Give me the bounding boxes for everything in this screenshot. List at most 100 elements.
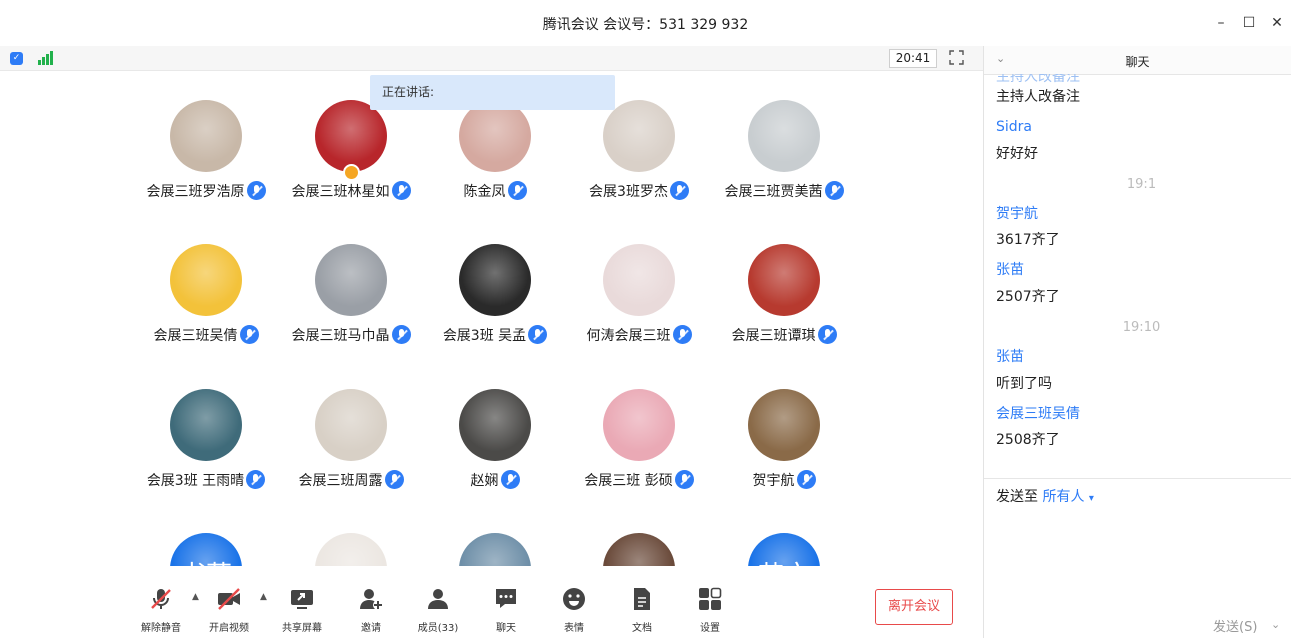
participant-name-row: 何涛会展三班 [567,325,711,345]
leave-meeting-button[interactable]: 离开会议 [875,589,953,625]
avatar[interactable] [748,244,820,316]
participant-name-row: 会展3班 王雨晴 [134,470,278,490]
chat-sender[interactable]: 贺宇航 [996,203,1038,223]
avatar[interactable] [603,533,675,566]
video-area: 会展三班罗浩原 会展三班林星如 陈金凤 会展3班罗杰 会展三班贾美茜 会展三班吴倩 会展三班… [0,46,984,638]
docs-label: 文档 [632,623,652,634]
participant-tile[interactable]: 会展三班贾美茜 [712,100,856,201]
participant-name: 会展三班周露 [298,473,383,489]
window-title: 腾讯会议 会议号：531 329 932 [542,17,749,33]
close-icon[interactable]: ✕ [1266,12,1288,34]
send-to-selector[interactable]: 发送至 所有人 ▾ [996,486,1094,506]
chat-label: 聊天 [496,623,516,634]
send-to-label: 发送至 [996,489,1038,505]
participant-tile[interactable] [567,533,711,566]
send-button[interactable]: 发送(S) [1213,616,1257,635]
avatar[interactable]: 苗文 [748,533,820,566]
chat-sender[interactable]: Sidra [996,119,1032,135]
avatar[interactable] [315,533,387,566]
participant-tile[interactable]: 陈金凤 [423,100,567,201]
participant-tile[interactable]: 会展三班 彭硕 [567,389,711,490]
avatar[interactable] [603,389,675,461]
chat-message-text: 主持人改备注 [996,89,1080,105]
emoji-label: 表情 [564,623,584,634]
avatar[interactable] [315,244,387,316]
chat-message-text: 好好好 [996,146,1038,162]
avatar[interactable] [170,100,242,172]
fullscreen-icon[interactable] [949,50,964,65]
chat-timestamp: 19:1 [1126,177,1157,192]
participant-name: 会展三班 彭硕 [584,473,673,489]
chat-bubble-icon [496,589,516,608]
avatar[interactable] [748,389,820,461]
audience-dropdown[interactable]: 所有人 [1042,489,1084,505]
audio-options-caret[interactable]: ▲ [192,592,199,602]
mic-muted-icon [528,325,548,344]
mic-muted-icon [239,325,259,344]
avatar[interactable] [170,244,242,316]
participant-tile[interactable]: 会展三班马巾晶 [279,244,423,345]
participant-name-row: 贺宇航 [712,470,856,490]
start-video-button[interactable]: 开启视频 [199,586,259,634]
dropdown-caret-icon[interactable]: ▾ [1089,493,1094,504]
maximize-icon[interactable]: ☐ [1238,12,1260,34]
participant-tile[interactable]: 会展三班罗浩原 [134,100,278,201]
participant-tile[interactable]: 贺宇航 [712,389,856,490]
participant-tile[interactable]: 书菲 [134,533,278,566]
signal-icon[interactable] [38,51,54,65]
unmute-button[interactable]: 解除静音 [131,586,191,634]
chat-message-text: 2508齐了 [996,432,1060,448]
participant-tile[interactable]: 会展3班罗杰 [567,100,711,201]
avatar[interactable] [459,244,531,316]
share-screen-button[interactable]: 共享屏幕 [272,586,332,634]
mic-muted-icon [391,181,411,200]
participant-tile[interactable]: 会展三班吴倩 [134,244,278,345]
chat-button[interactable]: 聊天 [476,586,536,634]
participant-tile[interactable]: 何涛会展三班 [567,244,711,345]
avatar[interactable] [603,244,675,316]
chat-messages[interactable]: 主持人改备注 主持人改备注 Sidra 好好好 19:1 贺宇航 3617齐了 … [984,74,1291,478]
participant-name: 会展3班罗杰 [589,184,668,200]
avatar[interactable] [315,389,387,461]
minimize-icon[interactable]: – [1210,12,1232,34]
participant-tile[interactable] [423,533,567,566]
participant-tile[interactable] [279,533,423,566]
participant-tile[interactable]: 会展3班 王雨晴 [134,389,278,490]
participant-tile[interactable]: 会展三班林星如 [279,100,423,201]
video-options-caret[interactable]: ▲ [260,592,267,602]
emoji-button[interactable]: 表情 [544,586,604,634]
shield-icon[interactable]: ✓ [10,52,23,65]
avatar[interactable] [170,389,242,461]
mic-muted-icon [507,181,527,200]
participant-tile[interactable]: 会展3班 吴孟 [423,244,567,345]
participant-tile[interactable]: 会展三班周露 [279,389,423,490]
avatar[interactable] [748,100,820,172]
avatar[interactable]: 书菲 [170,533,242,566]
avatar[interactable] [459,533,531,566]
mic-muted-icon [824,181,844,200]
participant-tile[interactable]: 会展三班谭琪 [712,244,856,345]
title-bar: 腾讯会议 会议号：531 329 932 – ☐ ✕ [0,0,1291,47]
avatar[interactable] [603,100,675,172]
meeting-toolbar: 解除静音 ▲ 开启视频 ▲ 共享屏幕 邀请 成员(33) 聊天 表情 文档 设置… [0,566,983,638]
chat-sender[interactable]: 张苗 [996,259,1024,279]
chat-panel: ⌄ 聊天 主持人改备注 主持人改备注 Sidra 好好好 19:1 贺宇航 36… [984,46,1291,638]
chat-sender[interactable]: 会展三班吴倩 [996,403,1080,423]
avatar[interactable] [459,389,531,461]
participant-name: 何涛会展三班 [586,328,671,344]
avatar[interactable] [315,100,387,172]
participant-tile[interactable]: 苗文 [712,533,856,566]
chat-sender[interactable]: 张苗 [996,346,1024,366]
meeting-clock: 20:41 [889,49,937,68]
participant-name-row: 会展三班马巾晶 [279,325,423,345]
docs-button[interactable]: 文档 [612,586,672,634]
mic-muted-icon [672,325,692,344]
participant-name: 赵娴 [470,473,499,489]
avatar[interactable] [459,100,531,172]
participant-tile[interactable]: 赵娴 [423,389,567,490]
send-options-caret[interactable]: ⌄ [1271,618,1280,631]
members-button[interactable]: 成员(33) [408,586,468,634]
avatar-initials: 书菲 [170,533,242,566]
invite-button[interactable]: 邀请 [341,586,401,634]
settings-button[interactable]: 设置 [680,586,740,634]
